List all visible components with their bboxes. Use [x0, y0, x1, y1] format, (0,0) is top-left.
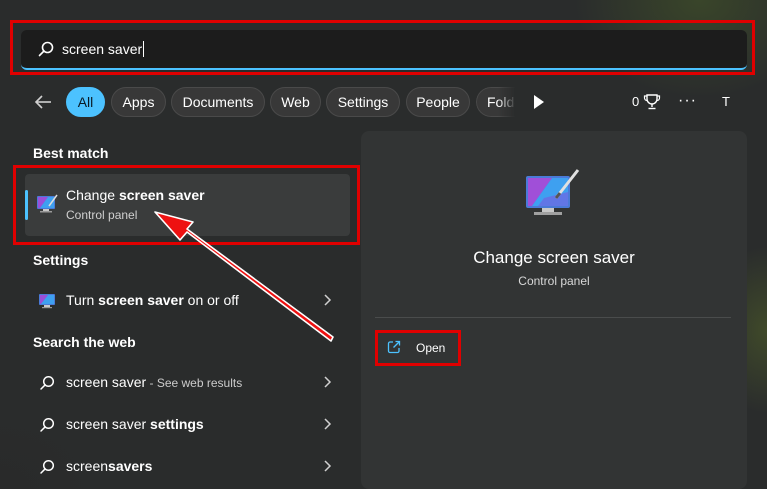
search-icon: [40, 459, 55, 474]
trophy-icon[interactable]: [643, 93, 661, 111]
filter-row: All Apps Documents Web Settings People F…: [0, 86, 767, 118]
filter-chip-folders[interactable]: Folders: [476, 87, 516, 117]
search-web-heading: Search the web: [33, 334, 136, 350]
filter-chip-documents[interactable]: Documents: [171, 87, 265, 117]
chevron-right-icon[interactable]: [322, 294, 332, 306]
open-highlight-box: [375, 330, 461, 366]
rewards-points: 0: [632, 94, 640, 109]
settings-item-screen-saver[interactable]: Turn screen saver on or off: [25, 282, 350, 318]
web-result-item[interactable]: screen saver - See web results: [25, 364, 350, 400]
settings-heading: Settings: [33, 252, 89, 268]
filter-chip-settings[interactable]: Settings: [326, 87, 400, 117]
search-input[interactable]: screen saver: [62, 41, 145, 57]
filter-chip-web[interactable]: Web: [270, 87, 321, 117]
search-icon: [40, 417, 55, 432]
more-options-icon[interactable]: ···: [678, 92, 696, 112]
filter-chip-apps[interactable]: Apps: [111, 87, 166, 117]
back-arrow-icon[interactable]: [33, 92, 53, 112]
filter-chip-people[interactable]: People: [406, 87, 470, 117]
play-icon[interactable]: [533, 95, 545, 109]
web-result-label: screen saver settings: [66, 416, 204, 432]
preview-panel: Change screen saver Control panel: [361, 131, 747, 489]
chevron-right-icon[interactable]: [322, 418, 332, 430]
chevron-right-icon[interactable]: [322, 460, 332, 472]
avatar[interactable]: T: [715, 91, 737, 113]
preview-title: Change screen saver: [473, 248, 635, 267]
settings-item-label: Turn screen saver on or off: [66, 292, 239, 308]
search-box[interactable]: screen saver: [21, 30, 747, 70]
best-match-heading: Best match: [33, 145, 109, 161]
web-result-item[interactable]: screensavers: [25, 448, 350, 484]
divider: [375, 317, 731, 318]
web-result-label: screensavers: [66, 458, 153, 474]
screen-saver-settings-icon: [39, 294, 55, 309]
search-icon: [38, 41, 54, 57]
filter-chip-all[interactable]: All: [66, 87, 105, 117]
screen-saver-icon: [526, 169, 580, 215]
search-icon: [40, 375, 55, 390]
preview-subtitle: Control panel: [518, 274, 590, 288]
best-match-highlight-box: [13, 165, 360, 245]
web-result-item[interactable]: screen saver settings: [25, 406, 350, 442]
web-result-label: screen saver - See web results: [66, 374, 243, 390]
chevron-right-icon[interactable]: [322, 376, 332, 388]
